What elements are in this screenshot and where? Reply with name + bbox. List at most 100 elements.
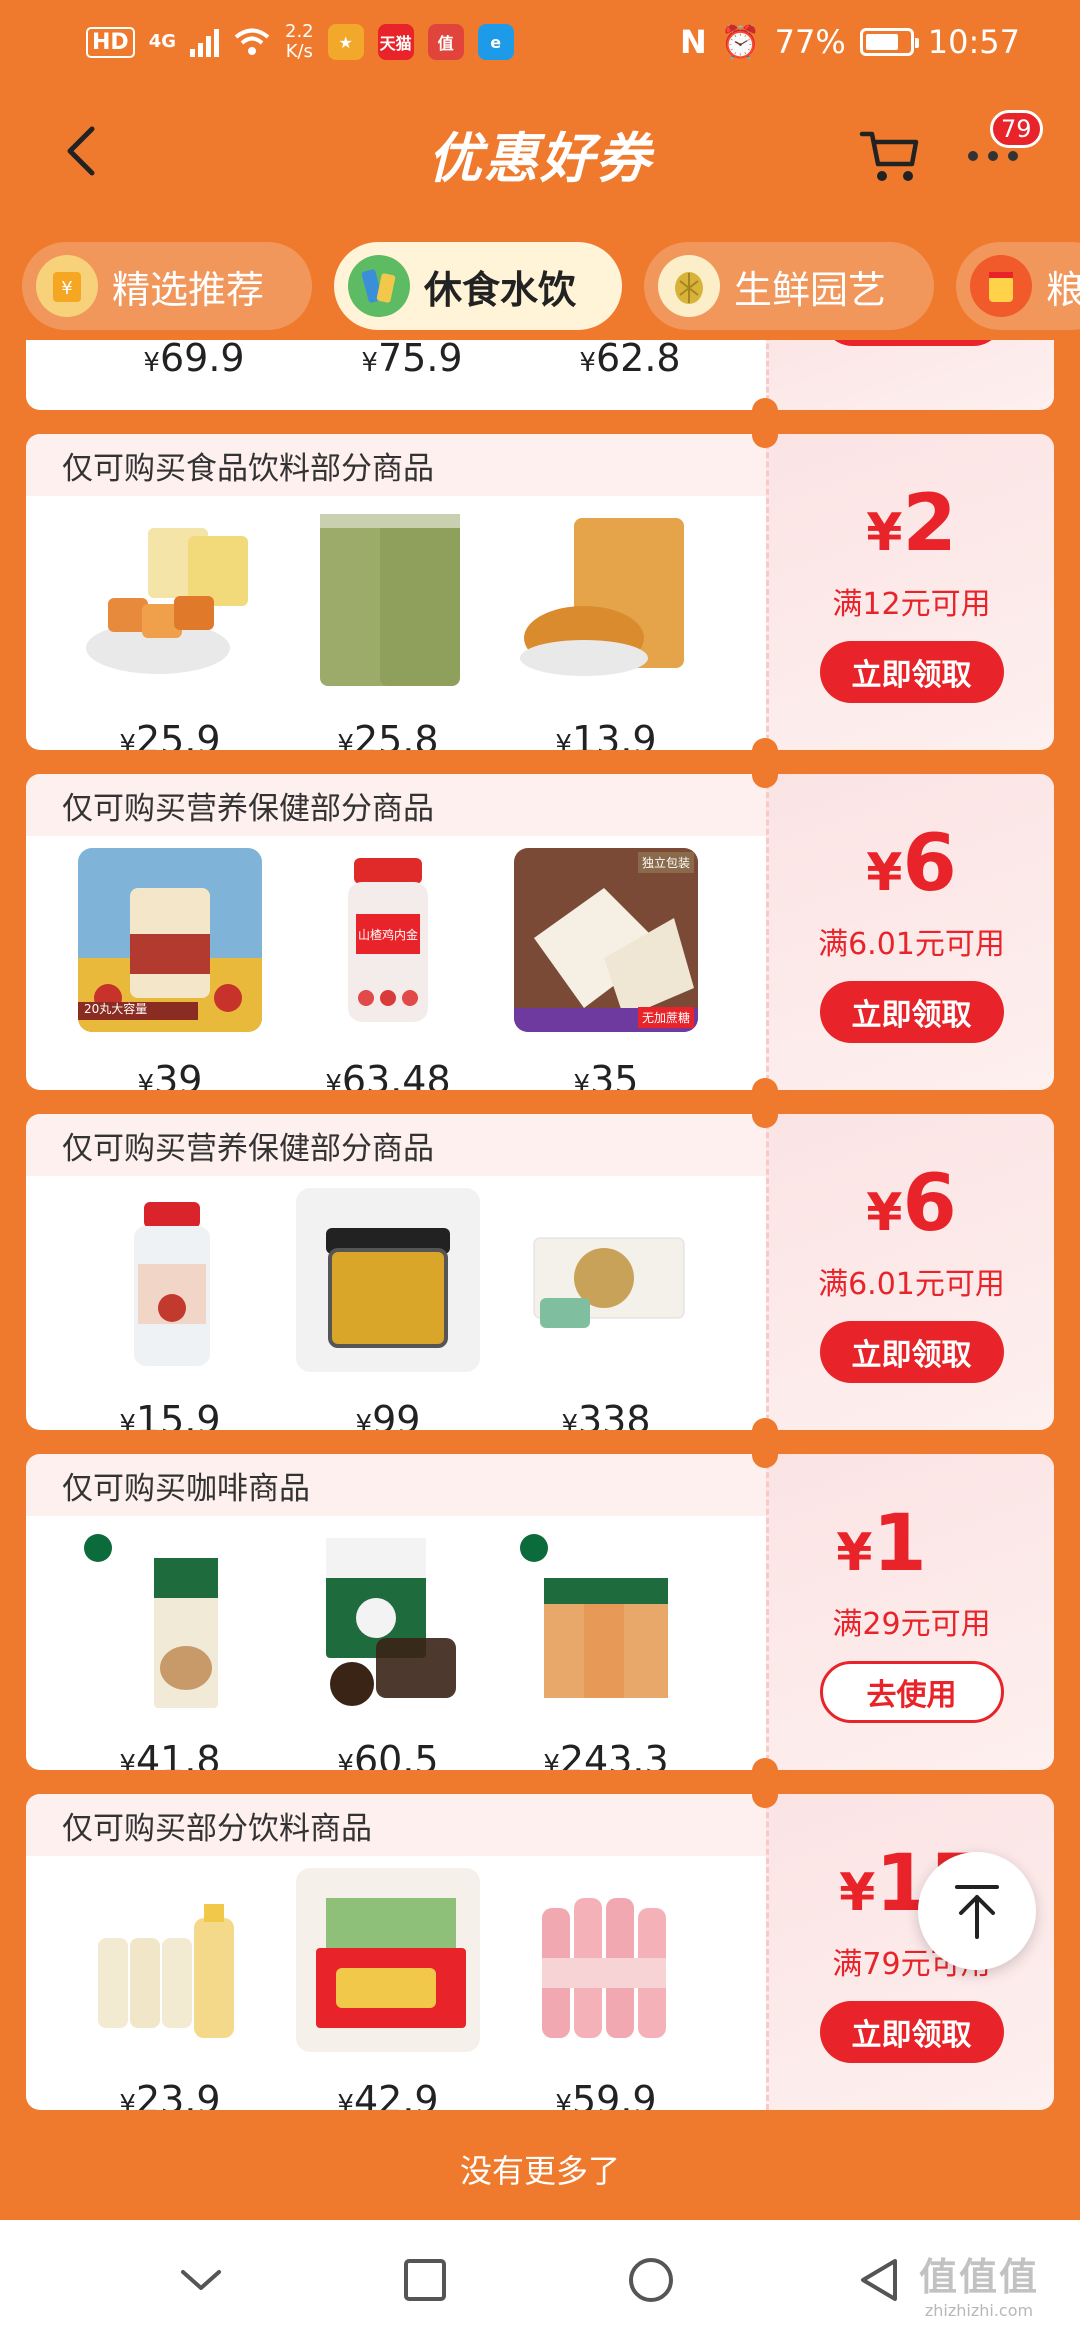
arrow-up-icon (955, 1885, 999, 1939)
product-item[interactable]: ¥23.9 (78, 1868, 268, 2110)
product-price: ¥39 (137, 1058, 203, 1090)
coupon-value-panel: ¥2 满12元可用 立即领取 (766, 434, 1054, 750)
product-price: ¥13.9 (555, 718, 657, 750)
product-item[interactable]: ¥13.9 (514, 508, 704, 750)
eleme-notification-icon: e (477, 24, 514, 60)
home-icon[interactable] (626, 2255, 676, 2305)
product-image (296, 508, 480, 692)
more-dot-icon (1008, 151, 1018, 161)
status-bar-right: N ⏰ 77% 10:57 (680, 23, 1020, 61)
product-image (296, 1188, 480, 1372)
tab-label: 生鲜园艺 (734, 267, 887, 312)
product-image: 独立包装 无加蔗糖 (514, 848, 698, 1032)
coupon-amount: ¥6 (866, 818, 957, 909)
speed-unit: K/s (285, 41, 313, 62)
product-image (514, 508, 698, 692)
cart-button[interactable] (858, 126, 922, 186)
tab-fresh-garden[interactable]: 生鲜园艺 (644, 242, 934, 330)
product-item[interactable]: ¥25.8 (296, 508, 486, 750)
network-type: 4G (148, 31, 176, 52)
product-item[interactable]: ¥243.3 (514, 1528, 704, 1770)
coupon-card: 仅可购买部分饮料商品 ¥15 满79元可用 立即领取 ¥23.9 (26, 1794, 1054, 2110)
product-image: 20丸大容量 (78, 848, 262, 1032)
recents-icon[interactable] (402, 2257, 448, 2303)
product-item[interactable]: ¥15.9 (78, 1188, 268, 1430)
chevron-down-icon[interactable] (179, 2266, 223, 2294)
svg-text:¥: ¥ (61, 278, 72, 299)
product-item[interactable]: 山楂鸡内金 ¥63.48 (296, 848, 486, 1090)
coupon-card: 仅可购买营养保健部分商品 ¥6 满6.01元可用 立即领取 20丸大容量 ¥39 (26, 774, 1054, 1090)
coupon-scope: 仅可购买营养保健部分商品 (26, 1114, 766, 1176)
coupon-scope: 仅可购买部分饮料商品 (26, 1794, 766, 1856)
speed-value: 2.2 (285, 21, 314, 42)
cart-icon (859, 131, 919, 181)
coupon-condition: 满6.01元可用 (818, 1266, 1005, 1302)
product-price: ¥338 (561, 1398, 651, 1430)
ticket-notch (752, 1102, 778, 1128)
product-item[interactable]: ¥60.5 (296, 1528, 486, 1770)
use-button[interactable]: 去使用 (819, 1660, 1004, 1723)
claim-button[interactable]: 立即领取 (819, 980, 1004, 1043)
coupon-value-panel: ¥6 满6.01元可用 立即领取 (766, 1114, 1054, 1430)
watermark-logo: 值值值 (918, 2255, 1039, 2299)
product-item[interactable]: ¥59.9 (514, 1868, 704, 2110)
ticket-notch (752, 1442, 778, 1468)
product-item[interactable]: 20丸大容量 ¥39 (78, 848, 268, 1090)
ticket-notch (752, 398, 778, 424)
product-price: ¥42.9 (337, 2078, 439, 2110)
hd-indicator: HD (86, 26, 135, 58)
product-item[interactable]: ¥99 (296, 1188, 486, 1430)
tab-featured[interactable]: ¥ 精选推荐 (22, 242, 312, 330)
product-item[interactable]: ¥25.9 (78, 508, 268, 750)
coupon-condition: 满6.01元可用 (818, 926, 1005, 962)
claim-button[interactable]: 立即领取 (819, 640, 1004, 703)
tab-snacks-drinks[interactable]: 休食水饮 (334, 242, 622, 330)
battery-percent: 77% (774, 23, 846, 61)
claim-button[interactable]: 立即领取 (819, 2000, 1004, 2063)
product-badge: 无加蔗糖 (637, 1007, 694, 1028)
back-to-top-button[interactable] (918, 1852, 1036, 1970)
grain-icon (970, 255, 1032, 317)
product-label: 20丸大容量 (84, 1002, 148, 1016)
coupon-condition: 满12元可用 (832, 586, 991, 622)
ticket-notch (752, 422, 778, 448)
snack-drink-icon (348, 255, 410, 317)
ticket-notch (752, 1758, 778, 1784)
product-price[interactable]: ¥75.9 (312, 340, 512, 380)
product-item[interactable]: ¥41.8 (78, 1528, 268, 1770)
product-image (78, 1528, 262, 1712)
product-image (78, 508, 262, 692)
tab-label: 粮 (1046, 267, 1080, 312)
product-price[interactable]: ¥62.8 (530, 340, 730, 380)
product-image: 山楂鸡内金 (296, 848, 480, 1032)
cart-count-badge: 79 (990, 110, 1043, 148)
nfc-icon: N (680, 23, 707, 61)
product-label: 山楂鸡内金 (358, 928, 419, 942)
watermark-url: zhizhizhi.com (924, 2301, 1034, 2320)
end-of-list-text: 没有更多了 (459, 2152, 620, 2190)
product-price: ¥59.9 (555, 2078, 657, 2110)
product-tag: 独立包装 (637, 852, 694, 873)
coupon-card: ¥69.9 ¥75.9 ¥62.8 (26, 340, 1054, 410)
tab-grain[interactable]: 粮 (956, 242, 1080, 330)
product-image (514, 1868, 698, 2052)
more-dot-icon (988, 151, 998, 161)
product-price: ¥35 (573, 1058, 639, 1090)
smzdm-notification-icon: 值 (427, 24, 464, 60)
claim-button[interactable]: 立即领取 (819, 1320, 1004, 1383)
product-item[interactable]: ¥338 (514, 1188, 704, 1430)
coupon-icon: ¥ (36, 255, 98, 317)
coupon-value-panel: ¥1 满29元可用 去使用 (766, 1454, 1054, 1770)
header: 优惠好券 (0, 96, 1080, 206)
ticket-notch (752, 1782, 778, 1808)
back-triangle-icon[interactable] (855, 2255, 901, 2305)
product-item[interactable]: 独立包装 无加蔗糖 ¥35 (514, 848, 704, 1090)
product-item[interactable]: ¥42.9 (296, 1868, 486, 2110)
tmall-notification-icon: 天猫 (377, 24, 414, 60)
signal-icon (190, 27, 219, 57)
product-price[interactable]: ¥69.9 (94, 340, 294, 380)
coupon-scope: 仅可购买咖啡商品 (26, 1454, 766, 1516)
product-price: ¥41.8 (119, 1738, 221, 1770)
claim-button[interactable] (821, 340, 1005, 346)
network-speed: 2.2 K/s (285, 22, 314, 62)
